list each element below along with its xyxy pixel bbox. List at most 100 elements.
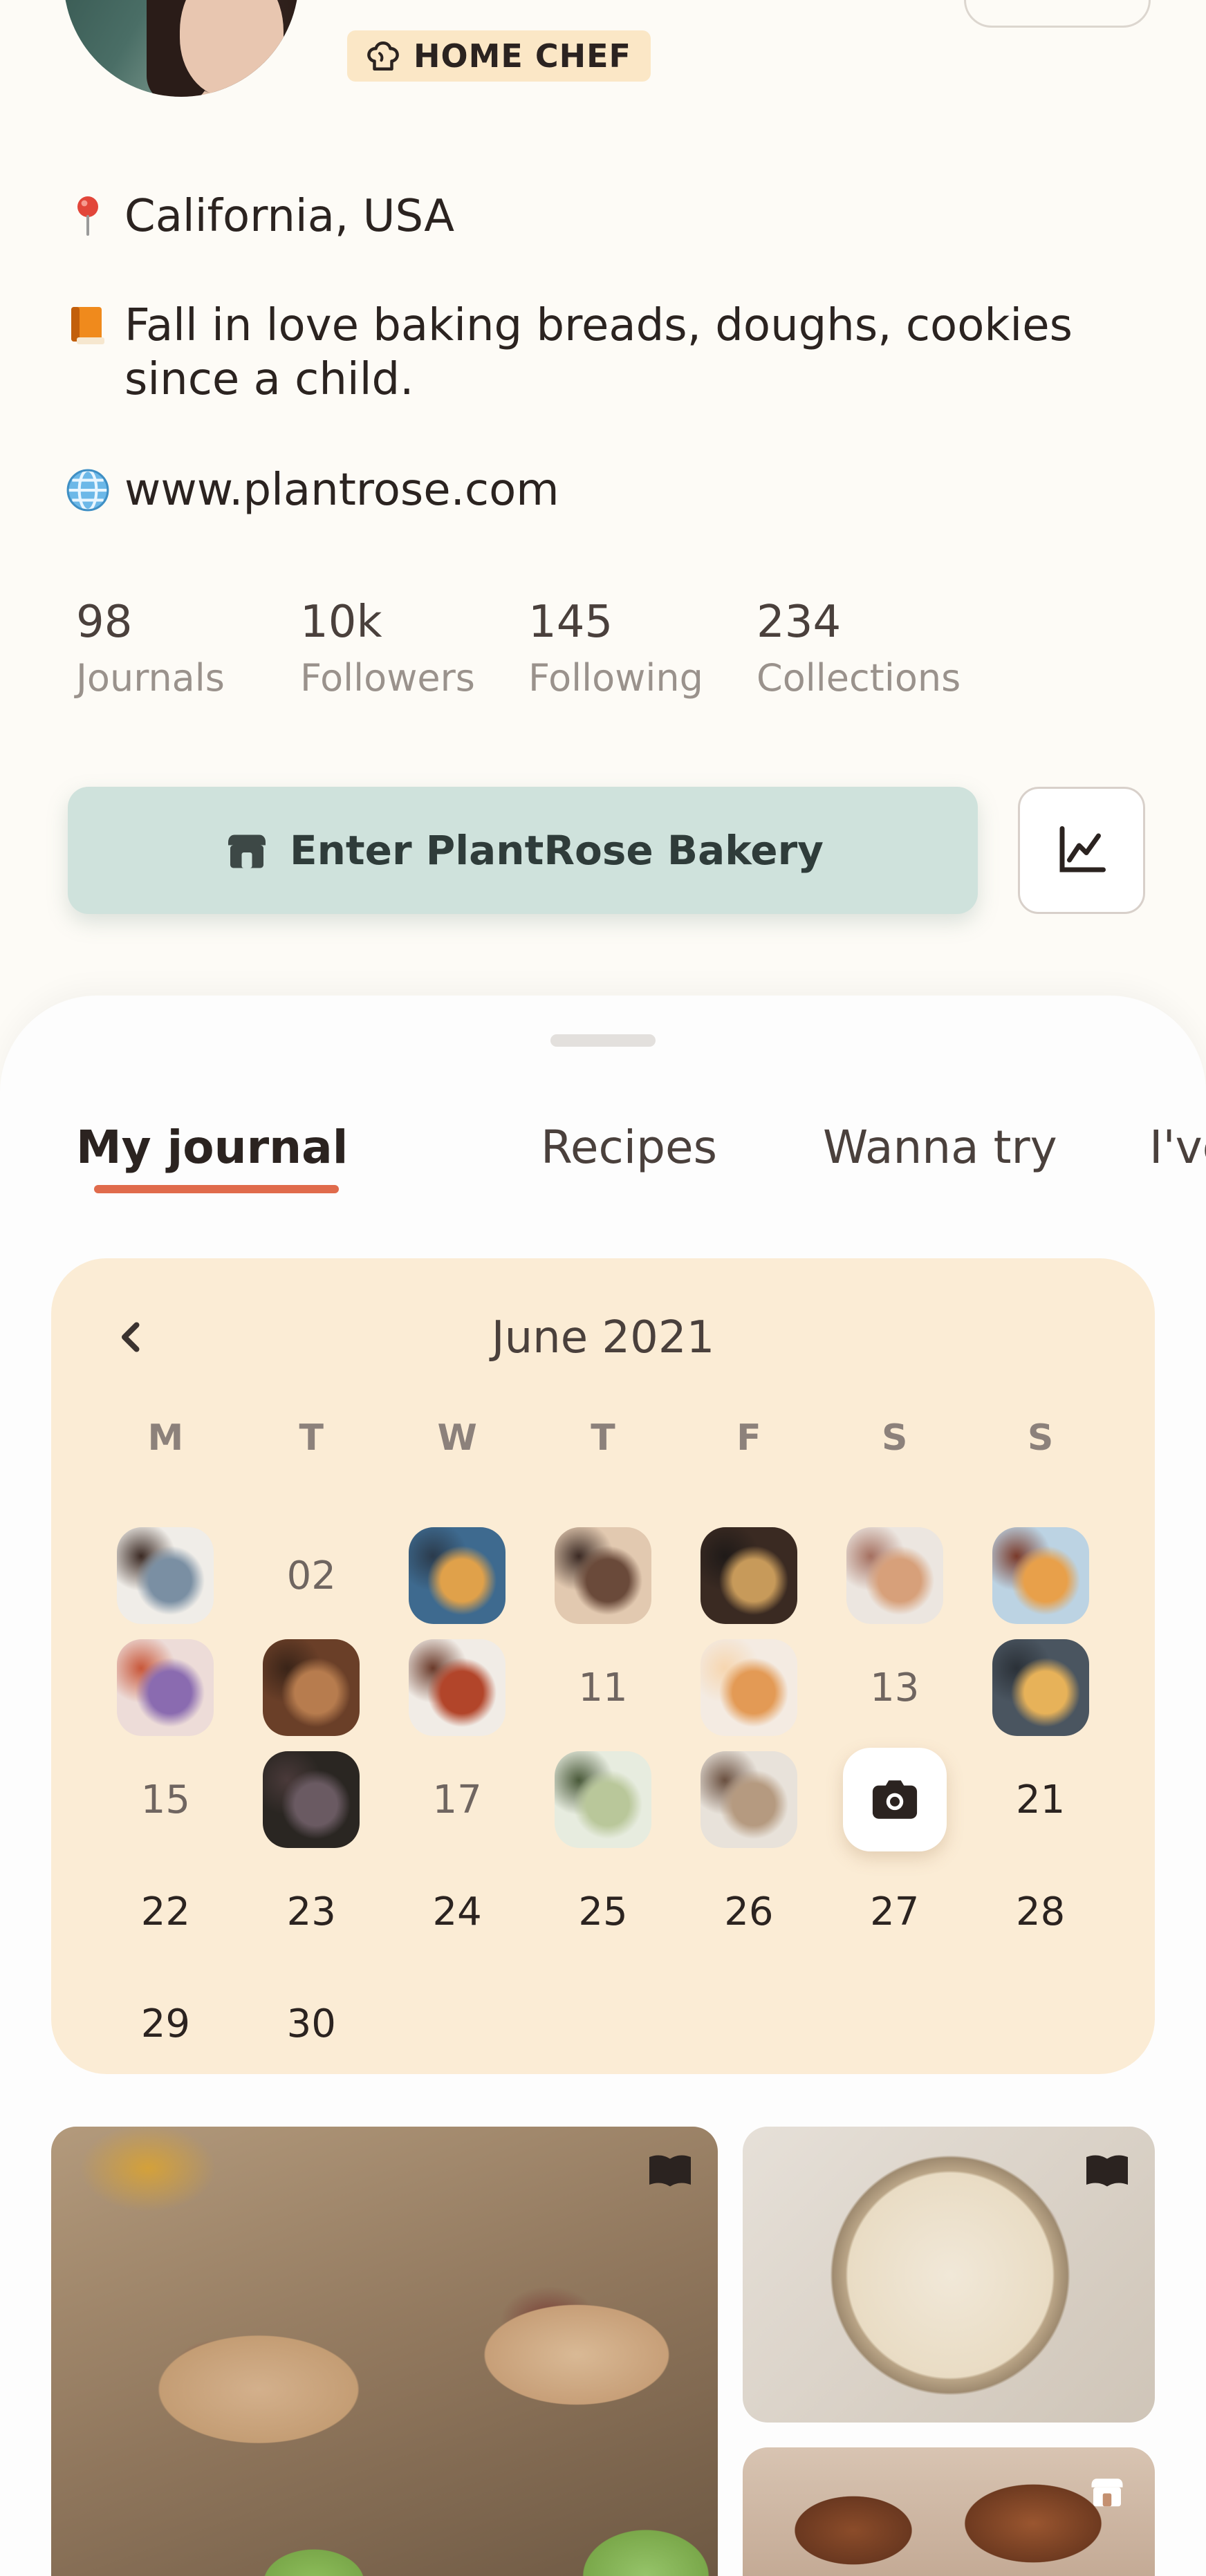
day-number: 29 [140, 2001, 191, 2046]
tab-wanna-try[interactable]: Wanna try [823, 1113, 1057, 1182]
chef-hat-icon [367, 41, 399, 71]
day-photo-thumbnail[interactable] [263, 1639, 360, 1736]
calendar-day[interactable]: 25 [530, 1856, 676, 1968]
location-row: California, USA [64, 189, 1162, 243]
calendar-day[interactable]: 28 [967, 1856, 1113, 1968]
journal-tabs: My journal Recipes Wanna try I've [76, 1113, 1206, 1196]
day-photo-thumbnail[interactable] [700, 1527, 797, 1624]
globe-icon [64, 463, 112, 517]
stat-label: Followers [300, 656, 475, 700]
weekday-label: S [1027, 1417, 1054, 1459]
calendar-day[interactable] [676, 1632, 822, 1744]
calendar-day[interactable]: 26 [676, 1856, 822, 1968]
book-icon [64, 299, 112, 353]
stat-label: Following [528, 656, 703, 700]
day-photo-thumbnail[interactable] [700, 1639, 797, 1736]
day-number: 15 [140, 1777, 191, 1822]
calendar-day[interactable]: 29 [93, 1968, 239, 2080]
calendar-day[interactable] [93, 1520, 239, 1632]
journal-card-bread[interactable] [743, 2447, 1155, 2576]
sheet-grabber[interactable] [550, 1034, 656, 1047]
calendar-day[interactable]: 11 [530, 1632, 676, 1744]
avatar-face [180, 0, 284, 97]
calendar-day[interactable] [967, 1520, 1113, 1632]
calendar-day[interactable]: 15 [93, 1744, 239, 1856]
day-number: 11 [578, 1665, 628, 1710]
open-book-icon [1086, 2155, 1128, 2187]
website-link[interactable]: www.plantrose.com [124, 463, 1162, 517]
day-photo-thumbnail[interactable] [263, 1751, 360, 1848]
day-number: 23 [286, 1889, 336, 1934]
day-number: 22 [140, 1889, 191, 1934]
day-photo-thumbnail[interactable] [117, 1527, 214, 1624]
weekday-label: M [147, 1417, 184, 1459]
stats-chart-button[interactable] [1018, 787, 1145, 914]
day-photo-thumbnail[interactable] [992, 1639, 1089, 1736]
enter-bakery-label: Enter PlantRose Bakery [290, 827, 824, 874]
profile-stats: 98 Journals 10k Followers 145 Following … [76, 596, 992, 702]
calendar-day[interactable]: 30 [239, 1968, 384, 2080]
day-photo-thumbnail[interactable] [846, 1527, 943, 1624]
camera-icon [872, 1780, 917, 1819]
day-photo-thumbnail[interactable] [554, 1527, 651, 1624]
journal-calendar: June 2021 M T W T F S S 02 11 13 15 17 21 22 23… [51, 1258, 1155, 2074]
weekday-label: W [437, 1417, 477, 1459]
calendar-day[interactable] [822, 1744, 967, 1856]
stat-value: 145 [528, 597, 613, 648]
calendar-day[interactable] [967, 1632, 1113, 1744]
journal-card-bowl[interactable] [743, 2127, 1155, 2423]
day-number: 21 [1015, 1777, 1066, 1822]
journal-card-tacos[interactable] [51, 2127, 718, 2576]
enter-bakery-button[interactable]: Enter PlantRose Bakery [68, 787, 978, 914]
day-photo-thumbnail[interactable] [409, 1527, 506, 1624]
stat-followers[interactable]: 10k Followers [300, 596, 528, 702]
calendar-day[interactable] [822, 1520, 967, 1632]
website-row[interactable]: www.plantrose.com [64, 463, 1162, 517]
calendar-day[interactable] [676, 1744, 822, 1856]
edit-profile-button[interactable] [964, 0, 1151, 28]
stat-collections[interactable]: 234 Collections [757, 596, 992, 702]
calendar-day[interactable]: 13 [822, 1632, 967, 1744]
calendar-day[interactable]: 17 [384, 1744, 530, 1856]
day-photo-thumbnail[interactable] [117, 1639, 214, 1736]
calendar-day[interactable] [384, 1520, 530, 1632]
calendar-day[interactable] [384, 1632, 530, 1744]
day-photo-thumbnail[interactable] [700, 1751, 797, 1848]
stat-value: 98 [76, 597, 133, 648]
day-number: 30 [286, 2001, 336, 2046]
calendar-day[interactable] [93, 1632, 239, 1744]
calendar-day[interactable] [239, 1632, 384, 1744]
calendar-day[interactable] [676, 1520, 822, 1632]
stat-following[interactable]: 145 Following [528, 596, 757, 702]
day-number: 17 [432, 1777, 482, 1822]
weekday-label: F [736, 1417, 761, 1459]
calendar-day[interactable]: 24 [384, 1856, 530, 1968]
chart-icon [1059, 826, 1106, 872]
day-photo-thumbnail[interactable] [992, 1527, 1089, 1624]
store-icon [1091, 2479, 1123, 2507]
weekday-label: T [591, 1417, 615, 1459]
tab-my-journal[interactable]: My journal [76, 1113, 348, 1182]
open-book-icon [649, 2155, 691, 2187]
tab-recipes[interactable]: Recipes [541, 1113, 717, 1182]
calendar-day[interactable]: 27 [822, 1856, 967, 1968]
calendar-day[interactable] [530, 1520, 676, 1632]
tab-ive[interactable]: I've [1149, 1113, 1206, 1182]
profile-avatar[interactable] [64, 0, 299, 97]
weekday-label: S [881, 1417, 908, 1459]
calendar-day[interactable]: 23 [239, 1856, 384, 1968]
calendar-day[interactable]: 22 [93, 1856, 239, 1968]
calendar-grid: M T W T F S S 02 11 13 15 17 21 22 23 24 25 26 27 28… [93, 1408, 1113, 2080]
calendar-day[interactable] [239, 1744, 384, 1856]
calendar-day[interactable]: 02 [239, 1520, 384, 1632]
add-photo-today-button[interactable] [842, 1748, 947, 1851]
day-photo-thumbnail[interactable] [409, 1639, 506, 1736]
calendar-day[interactable] [530, 1744, 676, 1856]
day-number: 27 [870, 1889, 920, 1934]
day-number: 24 [432, 1889, 482, 1934]
calendar-day[interactable]: 21 [967, 1744, 1113, 1856]
stat-journals[interactable]: 98 Journals [76, 596, 300, 702]
stat-value: 10k [300, 597, 382, 648]
day-photo-thumbnail[interactable] [554, 1751, 651, 1848]
bio-text: Fall in love baking breads, doughs, cook… [124, 300, 1073, 405]
